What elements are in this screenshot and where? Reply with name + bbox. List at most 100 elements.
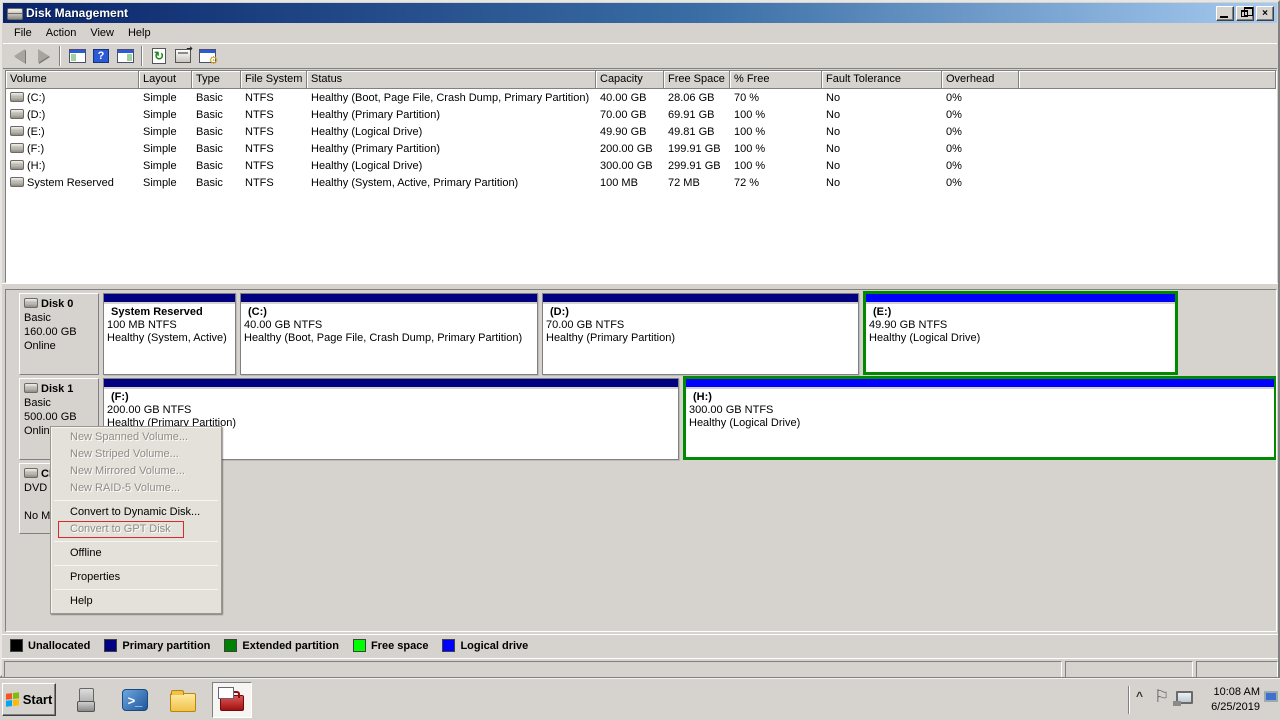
cell-layout: Simple (139, 143, 192, 155)
column-header-free-space[interactable]: Free Space (664, 71, 730, 89)
disk0-type: Basic (24, 311, 96, 325)
menu-view[interactable]: View (83, 25, 121, 41)
cell-file-system: NTFS (241, 160, 307, 172)
legend-bar: Unallocated Primary partition Extended p… (2, 634, 1278, 656)
menu-separator (54, 541, 218, 542)
cell-capacity: 200.00 GB (596, 143, 664, 155)
column-header-status[interactable]: Status (307, 71, 596, 89)
show-console-tree-icon[interactable] (65, 45, 89, 67)
red-highlight-annotation (58, 521, 184, 538)
menu-item-help[interactable]: Help (52, 593, 220, 610)
partition-d[interactable]: (D:) 70.00 GB NTFS Healthy (Primary Part… (542, 293, 859, 375)
action-center-flag-icon[interactable] (1154, 687, 1168, 709)
console-window-icon[interactable] (195, 45, 219, 67)
cell-layout: Simple (139, 177, 192, 189)
table-row[interactable]: System Reserved Simple Basic NTFS Health… (6, 174, 1276, 191)
windows-logo-icon (6, 692, 20, 707)
volume-list-pane: Volume Layout Type File System Status Ca… (5, 70, 1277, 283)
menu-item-convert-to-gpt-disk: Convert to GPT Disk (52, 521, 220, 538)
cell-status: Healthy (Boot, Page File, Crash Dump, Pr… (307, 92, 596, 104)
table-row[interactable]: (H:) Simple Basic NTFS Healthy (Logical … (6, 157, 1276, 174)
partition-system-reserved[interactable]: System Reserved 100 MB NTFS Healthy (Sys… (103, 293, 236, 375)
cell-layout: Simple (139, 109, 192, 121)
primary-partition-strip (104, 379, 678, 389)
status-bar (2, 658, 1278, 679)
menu-item-new-spanned-volume: New Spanned Volume... (52, 429, 220, 446)
toolbar-separator (59, 46, 61, 66)
cell-type: Basic (192, 143, 241, 155)
taskbar: Start >_ ^ 10:08 AM 6/25/2019 (0, 678, 1280, 720)
restore-button[interactable] (1236, 6, 1254, 21)
network-icon[interactable] (1176, 691, 1193, 704)
volume-icon (10, 109, 24, 119)
table-row[interactable]: (F:) Simple Basic NTFS Healthy (Primary … (6, 140, 1276, 157)
disk-icon (24, 383, 38, 393)
cell-layout: Simple (139, 92, 192, 104)
legend-swatch (442, 639, 455, 652)
show-action-pane-icon[interactable] (113, 45, 137, 67)
back-icon[interactable] (7, 45, 31, 67)
app-icon (6, 6, 22, 20)
cell-volume: (C:) (27, 92, 45, 104)
file-explorer-icon[interactable] (166, 685, 200, 715)
column-header-fault-tolerance[interactable]: Fault Tolerance (822, 71, 942, 89)
toolbar-separator (141, 46, 143, 66)
column-header-capacity[interactable]: Capacity (596, 71, 664, 89)
cell-file-system: NTFS (241, 92, 307, 104)
table-row[interactable]: (E:) Simple Basic NTFS Healthy (Logical … (6, 123, 1276, 140)
powershell-icon[interactable]: >_ (118, 685, 152, 715)
menu-item-offline[interactable]: Offline (52, 545, 220, 562)
taskbar-clock[interactable]: 10:08 AM 6/25/2019 (1198, 685, 1260, 715)
cell-free-space: 28.06 GB (664, 92, 730, 104)
menu-item-convert-to-dynamic-disk[interactable]: Convert to Dynamic Disk... (52, 504, 220, 521)
minimize-button[interactable] (1216, 6, 1234, 21)
volume-icon (10, 177, 24, 187)
menu-item-properties[interactable]: Properties (52, 569, 220, 586)
clock-time: 10:08 AM (1198, 685, 1260, 700)
logical-drive-strip (866, 294, 1175, 304)
show-desktop-icon[interactable] (1264, 691, 1278, 702)
menu-file[interactable]: File (7, 25, 39, 41)
cell-status: Healthy (System, Active, Primary Partiti… (307, 177, 596, 189)
menu-action[interactable]: Action (39, 25, 84, 41)
volume-icon (10, 92, 24, 102)
cell-layout: Simple (139, 126, 192, 138)
forward-icon[interactable] (31, 45, 55, 67)
menu-help[interactable]: Help (121, 25, 158, 41)
disk-context-menu: New Spanned Volume... New Striped Volume… (50, 426, 222, 614)
column-header-file-system[interactable]: File System (241, 71, 307, 89)
column-header-overhead[interactable]: Overhead (942, 71, 1019, 89)
rescan-disks-icon[interactable] (171, 45, 195, 67)
refresh-icon[interactable]: ↻ (147, 45, 171, 67)
partition-c[interactable]: (C:) 40.00 GB NTFS Healthy (Boot, Page F… (240, 293, 538, 375)
volume-table-header: Volume Layout Type File System Status Ca… (6, 71, 1276, 89)
column-header-type[interactable]: Type (192, 71, 241, 89)
legend-free-space: Free space (353, 639, 428, 652)
server-manager-icon[interactable] (70, 685, 104, 715)
cell-file-system: NTFS (241, 109, 307, 121)
title-bar[interactable]: Disk Management × (3, 3, 1277, 23)
disk0-label[interactable]: Disk 0 Basic 160.00 GB Online (19, 293, 99, 375)
column-header-layout[interactable]: Layout (139, 71, 192, 89)
menu-item-new-striped-volume: New Striped Volume... (52, 446, 220, 463)
column-header-volume[interactable]: Volume (6, 71, 139, 89)
disk-management-taskbar-icon[interactable] (212, 682, 252, 718)
start-button[interactable]: Start (2, 683, 56, 716)
tray-chevron-icon[interactable]: ^ (1136, 689, 1142, 703)
menu-item-new-mirrored-volume: New Mirrored Volume... (52, 463, 220, 480)
column-header-pct-free[interactable]: % Free (730, 71, 822, 89)
cell-volume: (F:) (27, 143, 44, 155)
table-row[interactable]: (D:) Simple Basic NTFS Healthy (Primary … (6, 106, 1276, 123)
cell-free-space: 49.81 GB (664, 126, 730, 138)
cell-file-system: NTFS (241, 126, 307, 138)
table-row[interactable]: (C:) Simple Basic NTFS Healthy (Boot, Pa… (6, 89, 1276, 106)
start-label: Start (23, 692, 53, 707)
help-icon[interactable]: ? (89, 45, 113, 67)
cell-capacity: 300.00 GB (596, 160, 664, 172)
primary-partition-strip (543, 294, 858, 304)
partition-e[interactable]: (E:) 49.90 GB NTFS Healthy (Logical Driv… (863, 291, 1178, 375)
menu-separator (54, 500, 218, 501)
partition-h[interactable]: (H:) 300.00 GB NTFS Healthy (Logical Dri… (683, 376, 1277, 460)
cell-status: Healthy (Logical Drive) (307, 126, 596, 138)
close-button[interactable]: × (1256, 6, 1274, 21)
